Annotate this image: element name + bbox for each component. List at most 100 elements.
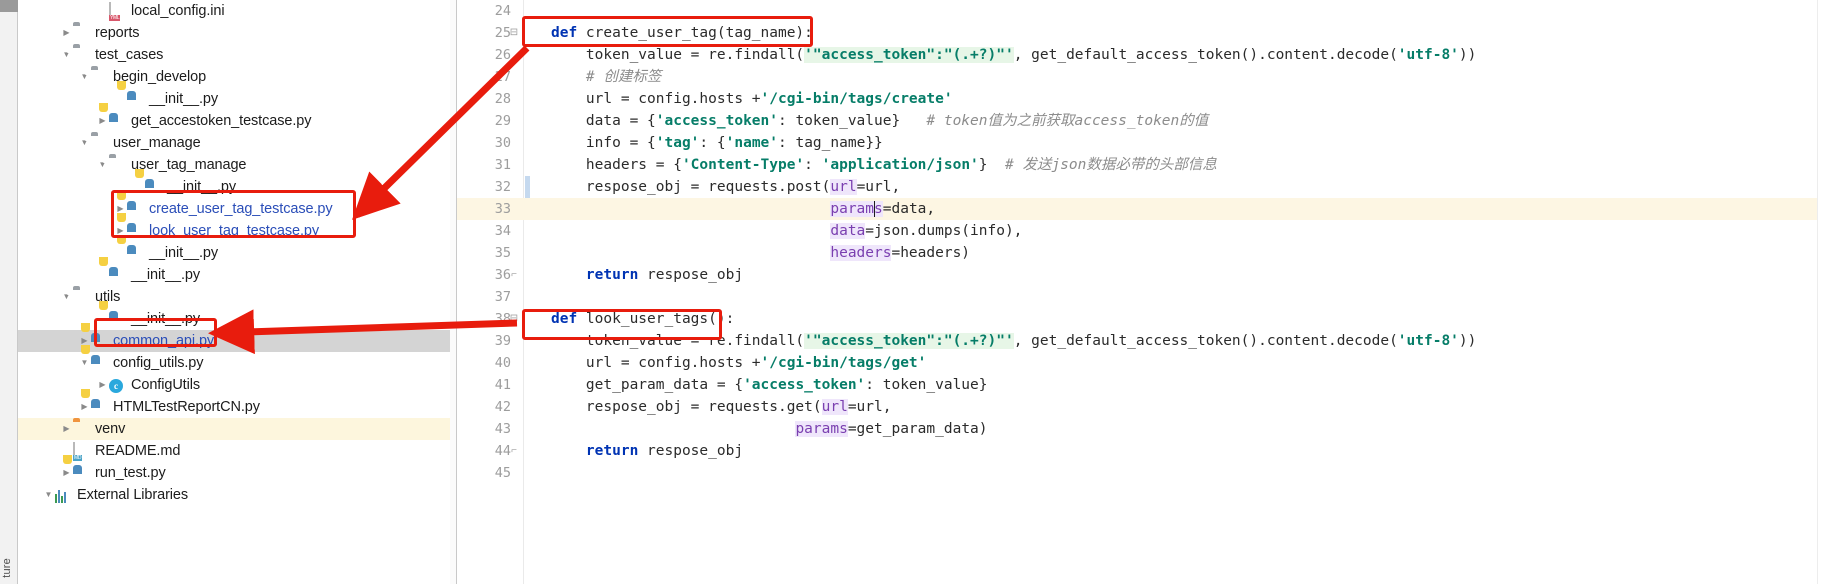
code-token-str-hl: '"access_token":"(.+?)"' — [804, 333, 1014, 349]
chevron-right-icon[interactable]: ▶ — [96, 374, 109, 396]
tree-node-get-accestoken-testcase-py[interactable]: ▶ get_accestoken_testcase.py — [18, 110, 456, 132]
tree-node-test-cases[interactable]: ▼ test_cases — [18, 44, 456, 66]
code-line[interactable]: get_param_data = {'access_token': token_… — [523, 374, 1829, 396]
tree-node-label: ConfigUtils — [131, 377, 201, 393]
code-token-plain: =url, — [856, 179, 901, 195]
chevron-right-icon[interactable]: ▶ — [60, 22, 73, 44]
code-token-str: 'name' — [725, 135, 779, 151]
code-line[interactable]: respose_obj = requests.get(url=url, — [523, 396, 1829, 418]
code-token-plain: =get_param_data) — [847, 421, 988, 437]
python-file-icon — [127, 201, 144, 218]
code-line[interactable] — [523, 462, 1829, 484]
code-line[interactable]: token_value = re.findall('"access_token"… — [523, 330, 1829, 352]
code-token-str: 'access_token' — [655, 113, 778, 129]
tree-node-label: create_user_tag_testcase.py — [149, 201, 333, 217]
editor-gutter[interactable]: 24 25 ⊟ 26 27 28 29 30 31 32 33 34 35 36 ⌐ 37 38 ⊟ 39 40 41 4… — [457, 0, 523, 584]
tree-node-label: HTMLTestReportCN.py — [113, 399, 260, 415]
line-number: 33 — [494, 201, 511, 217]
tree-node-user-manage[interactable]: ▼ user_manage — [18, 132, 456, 154]
chevron-right-icon[interactable]: ▶ — [60, 462, 73, 484]
code-line[interactable]: url = config.hosts +'/cgi-bin/tags/get' — [523, 352, 1829, 374]
line-number: 28 — [494, 91, 511, 107]
code-line[interactable]: data = {'access_token': token_value} # t… — [523, 110, 1829, 132]
code-token-plain: : { — [699, 135, 726, 151]
python-file-icon — [127, 91, 144, 108]
tree-node-readme-md[interactable]: ▶README.md — [18, 440, 456, 462]
code-line[interactable]: params=get_param_data) — [523, 418, 1829, 440]
code-editor[interactable]: 24 25 ⊟ 26 27 28 29 30 31 32 33 34 35 36 ⌐ 37 38 ⊟ 39 40 41 4… — [457, 0, 1829, 584]
python-file-icon — [73, 465, 90, 482]
tree-node-label: get_accestoken_testcase.py — [131, 113, 312, 129]
twisty-spacer: ▶ — [96, 0, 109, 22]
code-token-kwarg: headers — [830, 245, 892, 261]
line-number: 40 — [494, 355, 511, 371]
code-line[interactable]: headers=headers) — [523, 242, 1829, 264]
code-line[interactable]: url = config.hosts +'/cgi-bin/tags/creat… — [523, 88, 1829, 110]
code-token-plain: =data, — [882, 201, 936, 217]
python-file-icon — [91, 399, 108, 416]
code-token-kw: return — [585, 267, 648, 283]
code-line[interactable]: return respose_obj — [523, 264, 1829, 286]
code-token-str: '/cgi-bin/tags/get' — [760, 355, 927, 371]
tree-node-create-user-tag-testcase-py[interactable]: ▶ create_user_tag_testcase.py — [18, 198, 456, 220]
code-line[interactable]: info = {'tag': {'name': tag_name}} — [523, 132, 1829, 154]
code-line[interactable]: def create_user_tag(tag_name): — [523, 22, 1829, 44]
code-token-plain: respose_obj — [647, 443, 744, 459]
line-number: 29 — [494, 113, 511, 129]
tree-node-look-user-tag-testcase-py[interactable]: ▶ look_user_tag_testcase.py — [18, 220, 456, 242]
code-line[interactable]: respose_obj = requests.post(url=url, — [523, 176, 1829, 198]
code-line[interactable]: # 创建标签 — [523, 66, 1829, 88]
tree-node-utils[interactable]: ▼ utils — [18, 286, 456, 308]
tree-node-label: run_test.py — [95, 465, 166, 481]
tool-strip-tab[interactable] — [0, 0, 18, 12]
chevron-right-icon[interactable]: ▶ — [78, 396, 91, 418]
tree-node-reports[interactable]: ▶ reports — [18, 22, 456, 44]
code-line[interactable]: headers = {'Content-Type': 'application/… — [523, 154, 1829, 176]
code-line[interactable]: data=json.dumps(info), — [523, 220, 1829, 242]
tree-node-begin-develop[interactable]: ▼ begin_develop — [18, 66, 456, 88]
code-token-plain: : token_value} — [777, 113, 927, 129]
fold-toggle-icon[interactable]: ⌐ — [509, 264, 519, 286]
structure-tool-label[interactable]: ture — [1, 558, 13, 578]
code-token-plain: =headers) — [891, 245, 971, 261]
fold-toggle-icon[interactable]: ⌐ — [509, 440, 519, 462]
project-tree-panel[interactable]: ▶ local_config.ini ▶reports▼test_cases▼beg… — [18, 0, 456, 584]
code-line[interactable] — [523, 286, 1829, 308]
left-tool-strip: ture — [0, 0, 18, 584]
line-number: 43 — [494, 421, 511, 437]
tree-node--init-py[interactable]: ▶ __init__.py — [18, 88, 456, 110]
fold-toggle-icon[interactable]: ⊟ — [509, 308, 519, 330]
fold-toggle-icon[interactable]: ⊟ — [509, 22, 519, 44]
code-line[interactable]: params=data, — [523, 198, 1829, 220]
tree-node--init-py[interactable]: ▶ __init__.py — [18, 176, 456, 198]
code-token-com: # token值为之前获取access_token的值 — [926, 113, 1209, 129]
code-token-kwarg: url — [821, 399, 848, 415]
tree-node-user-tag-manage[interactable]: ▼ user_tag_manage — [18, 154, 456, 176]
code-line[interactable]: token_value = re.findall('"access_token"… — [523, 44, 1829, 66]
tree-node--init-py[interactable]: ▶ __init__.py — [18, 264, 456, 286]
tree-node-label: __init__.py — [131, 267, 201, 283]
yml-file-icon — [109, 1, 126, 21]
tree-node-config-utils-py[interactable]: ▼ config_utils.py — [18, 352, 456, 374]
chevron-right-icon[interactable]: ▶ — [60, 418, 73, 440]
text-caret — [873, 201, 876, 217]
tree-node-label: local_config.ini — [131, 3, 225, 19]
tree-node-local-config-ini[interactable]: ▶ local_config.ini — [18, 0, 456, 22]
folder-open-icon — [91, 135, 108, 152]
chevron-down-icon[interactable]: ▼ — [42, 484, 55, 506]
chevron-right-icon[interactable]: ▶ — [96, 110, 109, 132]
code-line[interactable]: def look_user_tags(): — [523, 308, 1829, 330]
tree-node-venv[interactable]: ▶ venv — [18, 418, 456, 440]
tree-node-external-libraries[interactable]: ▼ External Libraries — [18, 484, 456, 506]
chevron-down-icon[interactable]: ▼ — [78, 352, 91, 374]
code-line[interactable] — [523, 0, 1829, 22]
tree-node-htmltestreportcn-py[interactable]: ▶ HTMLTestReportCN.py — [18, 396, 456, 418]
tree-node-run-test-py[interactable]: ▶ run_test.py — [18, 462, 456, 484]
code-token-plain: : — [804, 157, 822, 173]
code-line[interactable]: return respose_obj — [523, 440, 1829, 462]
editor-scrollbar[interactable] — [1817, 0, 1829, 584]
folder-icon — [73, 25, 90, 42]
tree-node--init-py[interactable]: ▶ __init__.py — [18, 242, 456, 264]
